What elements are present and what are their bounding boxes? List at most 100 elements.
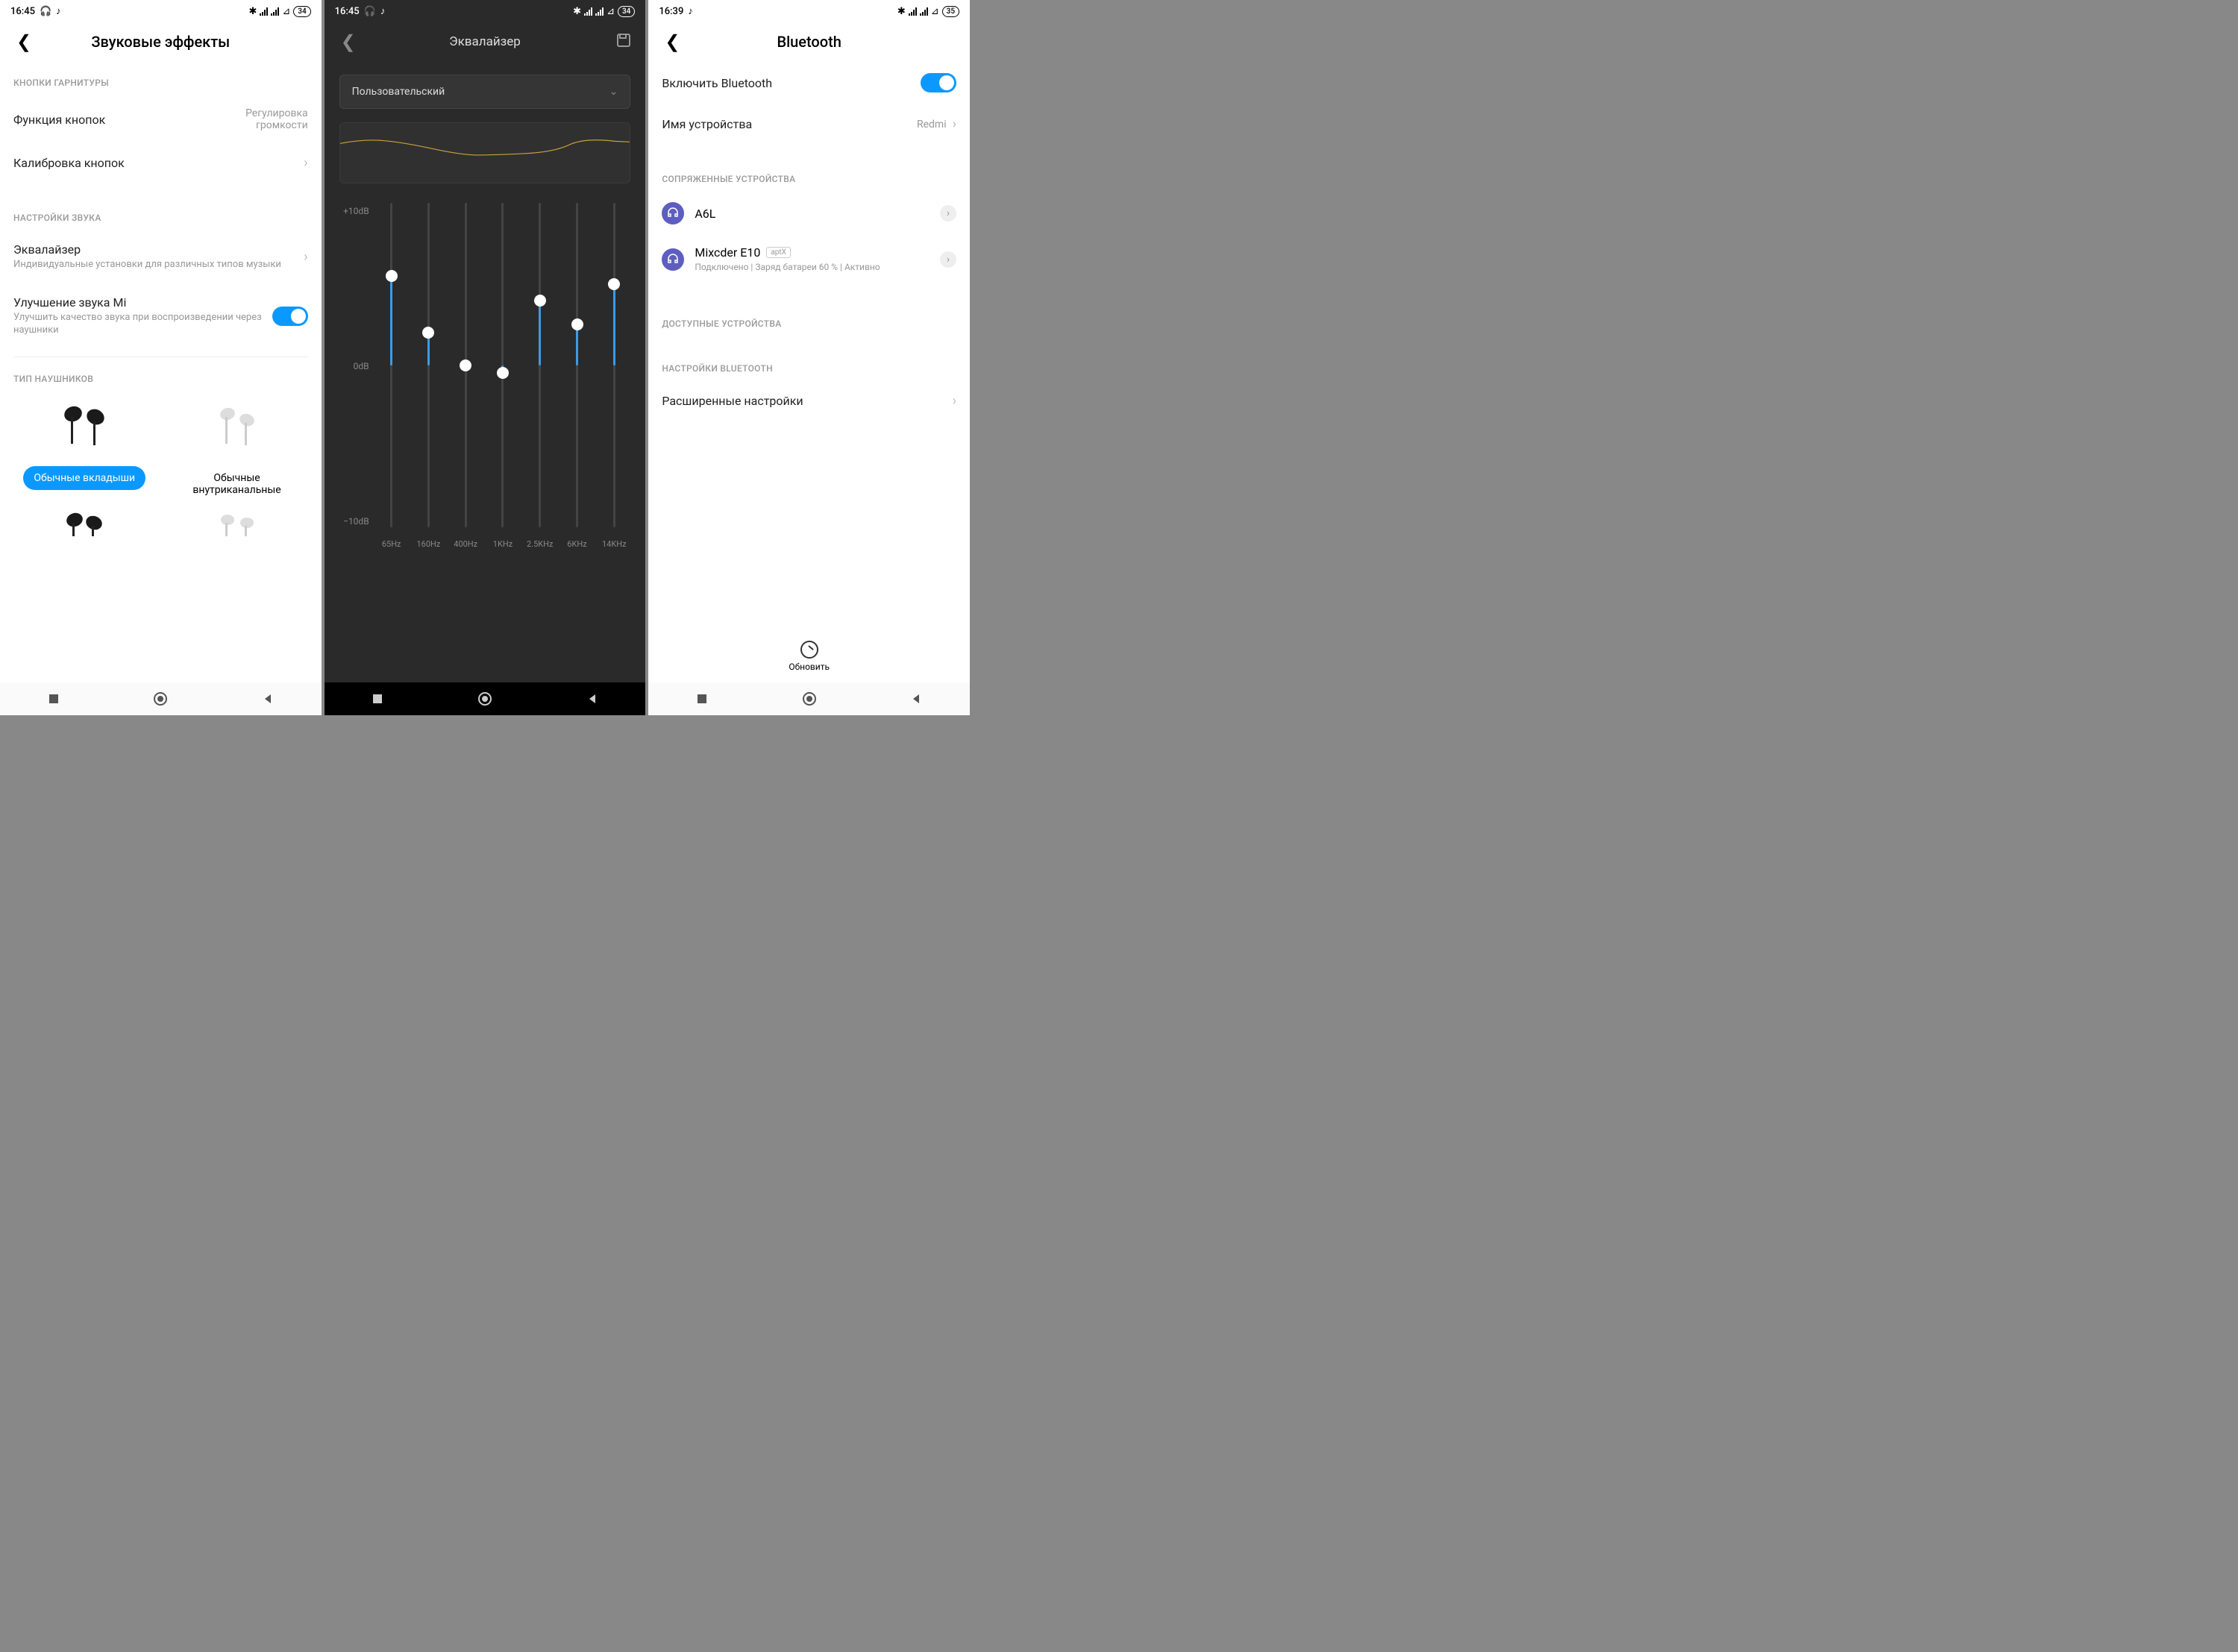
eq-slider-160Hz[interactable]: 160Hz [412, 198, 445, 549]
earbuds-icon [13, 506, 155, 536]
bt-enable-label: Включить Bluetooth [662, 76, 772, 90]
hp-inear-label: Обычные внутриканальные [166, 466, 307, 502]
nav-recent[interactable] [45, 690, 63, 708]
section-available: ДОСТУПНЫЕ УСТРОЙСТВА [662, 318, 956, 329]
chevron-right-icon: › [953, 393, 956, 409]
nav-home[interactable] [476, 690, 494, 708]
enhance-sub: Улучшить качество звука при воспроизведе… [13, 312, 272, 337]
refresh-button[interactable]: Обновить [648, 630, 970, 682]
nav-home[interactable] [151, 690, 169, 708]
axis-mid: 0dB [339, 361, 369, 371]
chevron-right-icon: › [304, 249, 307, 265]
section-headset-buttons: КНОПКИ ГАРНИТУРЫ [13, 78, 308, 88]
enhance-label: Улучшение звука Mi [13, 295, 272, 310]
signal-icon [584, 7, 592, 16]
preset-dropdown[interactable]: Пользовательский ⌄ [339, 75, 631, 109]
signal-icon [271, 7, 279, 16]
eq-slider-2.5KHz[interactable]: 2.5KHz [524, 198, 557, 549]
device-name-label: Имя устройства [662, 117, 752, 131]
nav-recent[interactable] [369, 690, 386, 708]
wifi-icon: ⊿ [606, 6, 615, 17]
row-bt-enable[interactable]: Включить Bluetooth [662, 61, 956, 104]
row-advanced[interactable]: Расширенные настройки › [662, 381, 956, 421]
hp-type-earbuds[interactable]: Обычные вкладыши [13, 392, 155, 502]
wifi-icon: ⊿ [931, 6, 939, 17]
back-button[interactable]: ❮ [662, 28, 683, 55]
page-title: Bluetooth [777, 33, 841, 51]
device-name: Mixcder E10 [695, 245, 760, 260]
device-name-value: Redmi [917, 119, 947, 131]
row-button-function[interactable]: Функция кнопок Регулировка громкости [13, 95, 308, 143]
slider-freq-label: 2.5KHz [527, 539, 553, 549]
header: ❮ Эквалайзер [325, 22, 646, 61]
chevron-right-icon: › [304, 155, 307, 171]
status-bar: 16:45 🎧 ♪ ✱ ⊿ 34 [325, 0, 646, 22]
slider-freq-label: 14KHz [602, 539, 627, 549]
button-function-label: Функция кнопок [13, 113, 219, 127]
nav-back[interactable] [259, 690, 277, 708]
bluetooth-icon: ✱ [897, 6, 906, 17]
signal-icon [920, 7, 928, 16]
section-bt-settings: НАСТРОЙКИ BLUETOOTH [662, 363, 956, 374]
nav-back[interactable] [907, 690, 925, 708]
eq-slider-6KHz[interactable]: 6KHz [561, 198, 594, 549]
header: ❮ Звуковые эффекты [0, 22, 322, 61]
nav-bar [0, 682, 322, 715]
eq-sliders: +10dB 0dB −10dB 65Hz160Hz400Hz1KHz2.5KHz… [339, 198, 631, 549]
screen-sound-effects: 16:45 🎧 ♪ ✱ ⊿ 34 ❮ Звуковые эффекты КНОП… [0, 0, 322, 715]
inear-icon [166, 506, 307, 536]
eq-curve-preview [339, 122, 631, 183]
status-time: 16:45 [335, 6, 360, 17]
headphones-icon: 🎧 [364, 6, 376, 17]
slider-freq-label: 6KHz [567, 539, 586, 549]
slider-freq-label: 400Hz [454, 539, 477, 549]
page-title: Эквалайзер [449, 34, 521, 49]
row-device-name[interactable]: Имя устройства Redmi › [662, 104, 956, 144]
back-button[interactable]: ❮ [13, 28, 34, 55]
eq-slider-1KHz[interactable]: 1KHz [486, 198, 519, 549]
codec-badge: aptX [766, 247, 791, 258]
axis-bot: −10dB [339, 516, 369, 527]
bluetooth-icon: ✱ [248, 6, 257, 17]
bt-toggle[interactable] [921, 73, 956, 92]
battery-icon: 34 [293, 6, 310, 17]
inear-icon [166, 392, 307, 459]
section-paired: СОПРЯЖЕННЫЕ УСТРОЙСТВА [662, 174, 956, 184]
status-bar: 16:39 ♪ ✱ ⊿ 35 [648, 0, 970, 22]
enhance-toggle[interactable] [272, 307, 308, 326]
nav-back[interactable] [583, 690, 601, 708]
preset-save-icon[interactable] [615, 32, 632, 52]
eq-slider-14KHz[interactable]: 14KHz [598, 198, 630, 549]
paired-device-mixcder[interactable]: Mixcder E10 aptX Подключено | Заряд батар… [662, 235, 956, 284]
back-button[interactable]: ❮ [338, 28, 359, 55]
nav-recent[interactable] [693, 690, 711, 708]
status-bar: 16:45 🎧 ♪ ✱ ⊿ 34 [0, 0, 322, 22]
slider-freq-label: 65Hz [382, 539, 401, 549]
headset-icon [662, 202, 684, 224]
eq-slider-400Hz[interactable]: 400Hz [449, 198, 482, 549]
calibration-label: Калибровка кнопок [13, 156, 298, 170]
status-time: 16:45 [10, 6, 35, 17]
section-sound: НАСТРОЙКИ ЗВУКА [13, 213, 308, 223]
wifi-icon: ⊿ [282, 6, 290, 17]
device-status: Подключено | Заряд батареи 60 % | Активн… [695, 262, 930, 274]
device-settings-icon[interactable]: › [940, 251, 956, 268]
nav-home[interactable] [800, 690, 818, 708]
screen-equalizer: 16:45 🎧 ♪ ✱ ⊿ 34 ❮ Эквалайзер Пользовате… [325, 0, 646, 715]
hp-type-4[interactable] [166, 506, 307, 544]
headset-icon [662, 248, 684, 271]
device-settings-icon[interactable]: › [940, 205, 956, 222]
device-name: A6L [695, 207, 930, 221]
battery-icon: 35 [942, 6, 959, 17]
hp-type-3[interactable] [13, 506, 155, 544]
status-time: 16:39 [659, 6, 683, 17]
paired-device-a6l[interactable]: A6L › [662, 192, 956, 235]
eq-slider-65Hz[interactable]: 65Hz [375, 198, 408, 549]
row-equalizer[interactable]: Эквалайзер Индивидуальные установки для … [13, 230, 308, 283]
bluetooth-icon: ✱ [573, 6, 581, 17]
signal-icon [260, 7, 268, 16]
hp-type-inear[interactable]: Обычные внутриканальные [166, 392, 307, 502]
row-mi-enhance[interactable]: Улучшение звука Mi Улучшить качество зву… [13, 283, 308, 349]
row-calibration[interactable]: Калибровка кнопок › [13, 143, 308, 183]
advanced-label: Расширенные настройки [662, 394, 803, 408]
